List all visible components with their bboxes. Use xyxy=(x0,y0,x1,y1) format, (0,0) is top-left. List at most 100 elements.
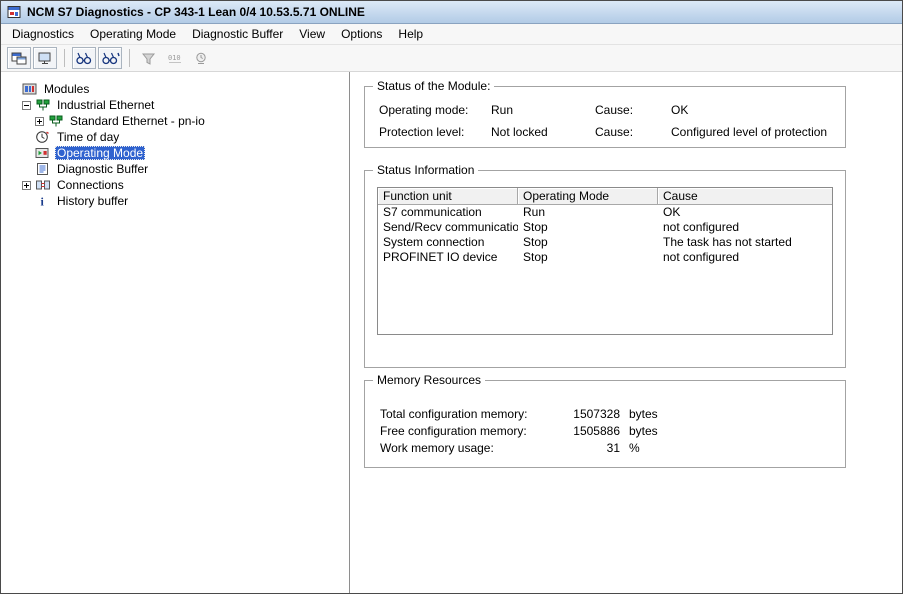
clock-icon xyxy=(35,130,52,144)
menu-view[interactable]: View xyxy=(291,25,333,43)
tree-item-modules[interactable]: Modules xyxy=(1,81,349,97)
cyclic-update-glasses-button[interactable] xyxy=(98,47,122,69)
table-row[interactable]: PROFINET IO device Stop not configured xyxy=(378,250,832,265)
table-row[interactable]: S7 communication Run OK xyxy=(378,205,832,220)
online-window-button[interactable] xyxy=(7,47,31,69)
menu-operating-mode[interactable]: Operating Mode xyxy=(82,25,184,43)
history-buffer-icon: i xyxy=(35,194,52,208)
menu-help[interactable]: Help xyxy=(390,25,431,43)
counter-button: 010 xyxy=(163,47,187,69)
group-title: Memory Resources xyxy=(373,373,485,387)
monitor-button[interactable] xyxy=(33,47,57,69)
monitor-icon xyxy=(37,51,53,66)
total-config-memory-value: 1507328 xyxy=(565,407,620,424)
cell-function-unit: Send/Recv communication xyxy=(378,220,518,235)
filter-icon xyxy=(142,52,156,65)
cell-operating-mode: Stop xyxy=(518,250,658,265)
tree-item-standard-ethernet-pn-io[interactable]: Standard Ethernet - pn-io xyxy=(1,113,349,129)
window-title: NCM S7 Diagnostics - CP 343-1 Lean 0/4 1… xyxy=(27,5,365,19)
free-config-memory-label: Free configuration memory: xyxy=(380,424,565,441)
column-header-operating-mode[interactable]: Operating Mode xyxy=(518,188,658,205)
connections-icon xyxy=(35,178,52,192)
counter-icon: 010 xyxy=(167,52,184,65)
tree-item-label: Standard Ethernet - pn-io xyxy=(68,114,207,128)
collapse-minus-icon[interactable] xyxy=(22,101,35,110)
navigation-tree: Modules Industrial Ethernet Standard E xyxy=(1,72,350,593)
update-glasses-icon xyxy=(75,52,93,65)
cell-cause: not configured xyxy=(658,250,832,265)
details-pane: Status of the Module: Operating mode: Ru… xyxy=(350,72,902,593)
tree-item-label: History buffer xyxy=(55,194,130,208)
group-title: Status of the Module: xyxy=(373,79,494,93)
menu-diagnostics[interactable]: Diagnostics xyxy=(4,25,82,43)
operating-mode-icon xyxy=(35,146,52,160)
expand-plus-icon[interactable] xyxy=(22,181,35,190)
modules-icon xyxy=(22,82,39,96)
cell-cause: OK xyxy=(658,205,832,220)
table-header: Function unit Operating Mode Cause xyxy=(378,188,832,205)
titlebar: NCM S7 Diagnostics - CP 343-1 Lean 0/4 1… xyxy=(1,1,902,24)
toolbar-separator xyxy=(129,49,130,67)
svg-text:i: i xyxy=(41,195,45,209)
svg-text:010: 010 xyxy=(168,54,181,62)
work-memory-usage-label: Work memory usage: xyxy=(380,441,565,458)
total-config-memory-label: Total configuration memory: xyxy=(380,407,565,424)
menu-diagnostic-buffer[interactable]: Diagnostic Buffer xyxy=(184,25,291,43)
cell-cause: The task has not started xyxy=(658,235,832,250)
tree-item-connections[interactable]: Connections xyxy=(1,177,349,193)
tree-item-label: Connections xyxy=(55,178,126,192)
tree-item-history-buffer[interactable]: i History buffer xyxy=(1,193,349,209)
protection-level-label: Protection level: xyxy=(379,125,491,147)
toolbar-separator xyxy=(64,49,65,67)
cell-operating-mode: Stop xyxy=(518,235,658,250)
time-stamp-button xyxy=(189,47,213,69)
status-information-table: Function unit Operating Mode Cause S7 co… xyxy=(377,187,833,335)
menubar: Diagnostics Operating Mode Diagnostic Bu… xyxy=(1,24,902,45)
protection-level-value: Not locked xyxy=(491,125,595,147)
column-header-function-unit[interactable]: Function unit xyxy=(378,188,518,205)
ethernet-icon xyxy=(35,98,52,112)
time-stamp-icon xyxy=(194,52,208,65)
cell-function-unit: PROFINET IO device xyxy=(378,250,518,265)
cell-function-unit: System connection xyxy=(378,235,518,250)
column-header-cause[interactable]: Cause xyxy=(658,188,832,205)
toolbar: 010 xyxy=(1,45,902,72)
table-row[interactable]: Send/Recv communication Stop not configu… xyxy=(378,220,832,235)
app-icon xyxy=(7,5,22,19)
cause-value: OK xyxy=(671,103,845,125)
status-of-module-group: Status of the Module: Operating mode: Ru… xyxy=(364,86,846,148)
tree-item-label: Modules xyxy=(42,82,91,96)
memory-resources-group: Memory Resources Total configuration mem… xyxy=(364,380,846,468)
operating-mode-value: Run xyxy=(491,103,595,125)
tree-item-industrial-ethernet[interactable]: Industrial Ethernet xyxy=(1,97,349,113)
cell-function-unit: S7 communication xyxy=(378,205,518,220)
operating-mode-label: Operating mode: xyxy=(379,103,491,125)
cell-cause: not configured xyxy=(658,220,832,235)
tree-item-diagnostic-buffer[interactable]: Diagnostic Buffer xyxy=(1,161,349,177)
free-config-memory-unit: bytes xyxy=(620,424,845,441)
update-glasses-button[interactable] xyxy=(72,47,96,69)
tree-item-time-of-day[interactable]: Time of day xyxy=(1,129,349,145)
main-content: Modules Industrial Ethernet Standard E xyxy=(1,72,902,593)
tree-item-operating-mode[interactable]: Operating Mode xyxy=(1,145,349,161)
online-window-icon xyxy=(11,51,27,66)
tree-item-label: Operating Mode xyxy=(55,146,145,160)
diagnostic-buffer-icon xyxy=(35,162,52,176)
group-title: Status Information xyxy=(373,163,478,177)
cause-label: Cause: xyxy=(595,125,671,147)
cyclic-update-glasses-icon xyxy=(101,52,120,65)
ncm-s7-diagnostics-window: NCM S7 Diagnostics - CP 343-1 Lean 0/4 1… xyxy=(0,0,903,594)
tree-item-label: Diagnostic Buffer xyxy=(55,162,150,176)
tree-item-label: Industrial Ethernet xyxy=(55,98,156,112)
expand-plus-icon[interactable] xyxy=(35,117,48,126)
total-config-memory-unit: bytes xyxy=(620,407,845,424)
status-information-group: Status Information Function unit Operati… xyxy=(364,170,846,368)
work-memory-usage-value: 31 xyxy=(565,441,620,458)
cell-operating-mode: Stop xyxy=(518,220,658,235)
tree-item-label: Time of day xyxy=(55,130,121,144)
menu-options[interactable]: Options xyxy=(333,25,390,43)
ethernet-icon xyxy=(48,114,65,128)
table-row[interactable]: System connection Stop The task has not … xyxy=(378,235,832,250)
work-memory-usage-unit: % xyxy=(620,441,845,458)
free-config-memory-value: 1505886 xyxy=(565,424,620,441)
